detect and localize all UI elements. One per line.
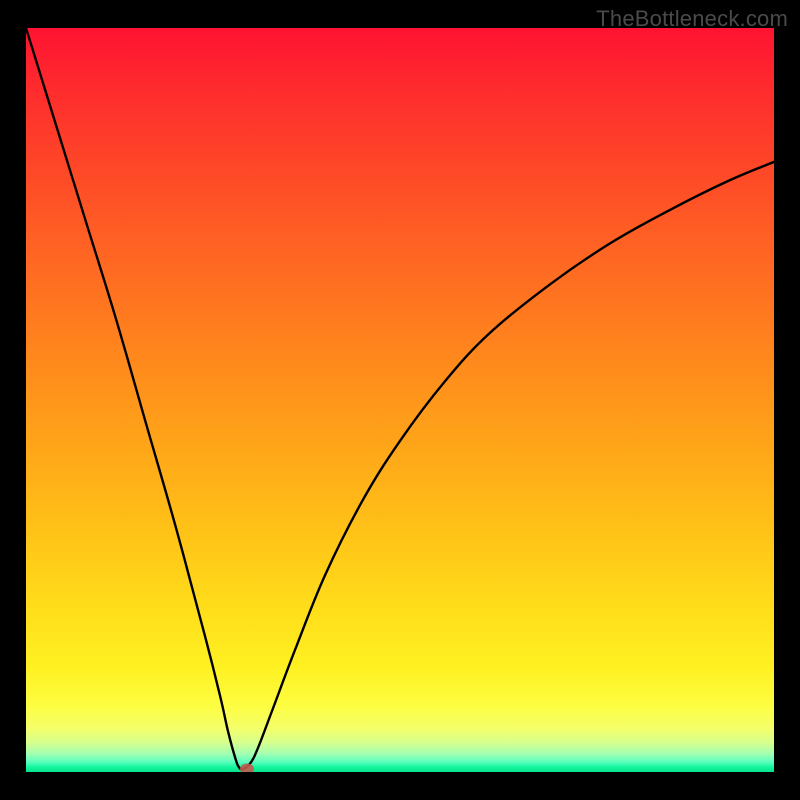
plot-area [26, 28, 774, 772]
bottleneck-curve [26, 28, 774, 769]
minimum-marker [240, 764, 254, 772]
chart-frame: TheBottleneck.com [0, 0, 800, 800]
curve-svg [26, 28, 774, 772]
watermark-text: TheBottleneck.com [596, 6, 788, 32]
